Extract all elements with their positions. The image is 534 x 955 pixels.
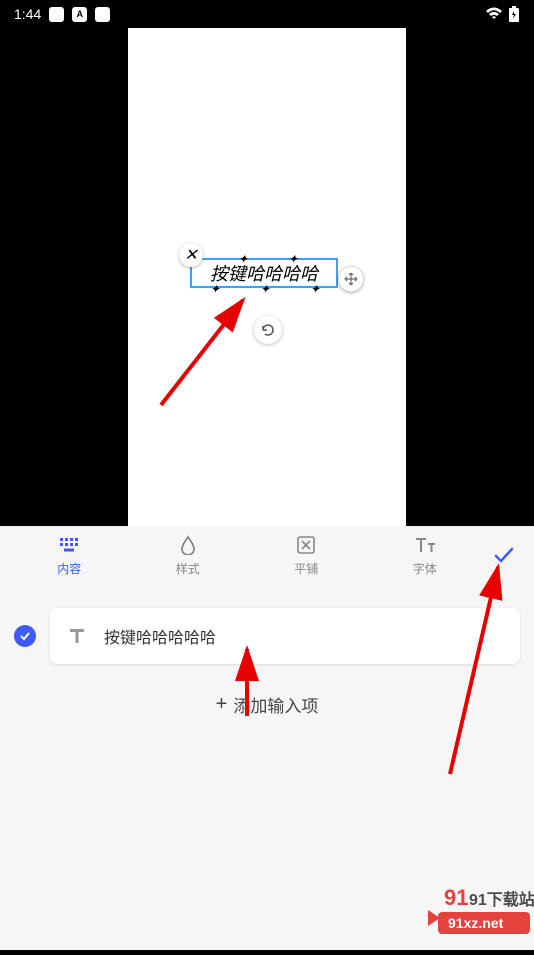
status-indicator-2 — [95, 7, 110, 22]
text-icon — [68, 627, 86, 645]
checkmark-icon — [19, 631, 31, 641]
status-indicator-1 — [49, 7, 64, 22]
annotation-arrow-3 — [440, 559, 510, 779]
svg-text:91下载站: 91下载站 — [469, 890, 534, 909]
status-bar: 1:44 A — [0, 0, 534, 28]
check-icon — [493, 546, 515, 564]
status-right — [485, 6, 520, 22]
wifi-icon — [485, 7, 503, 21]
canvas[interactable]: 按键哈哈哈哈 ✕ ✦ ✦ ✦ ✦ ✦ — [128, 28, 406, 526]
content-icon — [58, 534, 80, 556]
status-left: 1:44 A — [14, 6, 110, 22]
add-input-label: 添加输入项 — [233, 692, 318, 717]
status-indicator-a: A — [72, 7, 87, 22]
add-input-button[interactable]: + 添加输入项 — [0, 692, 534, 717]
close-icon[interactable]: ✕ — [179, 243, 203, 267]
selected-indicator[interactable] — [14, 625, 36, 647]
watermark: 91 91下载站 91xz.net — [414, 880, 534, 950]
canvas-area: 按键哈哈哈哈 ✕ ✦ ✦ ✦ ✦ ✦ — [0, 28, 534, 526]
undo-button[interactable] — [254, 316, 282, 344]
text-element[interactable]: 按键哈哈哈哈 ✕ ✦ ✦ ✦ ✦ ✦ — [190, 258, 338, 288]
plus-icon: + — [216, 693, 228, 716]
text-input[interactable] — [104, 627, 502, 645]
tab-font[interactable]: 字体 — [366, 534, 485, 577]
status-time: 1:44 — [14, 6, 41, 22]
tab-style[interactable]: 样式 — [129, 534, 248, 577]
battery-icon — [508, 6, 520, 22]
tab-tile[interactable]: 平铺 — [247, 534, 366, 577]
svg-text:91: 91 — [444, 885, 468, 910]
tab-content[interactable]: 内容 — [10, 534, 129, 577]
font-icon — [414, 534, 436, 556]
svg-text:91xz.net: 91xz.net — [448, 915, 504, 931]
tab-tile-label: 平铺 — [294, 560, 318, 577]
tab-font-label: 字体 — [413, 560, 437, 577]
annotation-arrow-1 — [153, 290, 253, 410]
input-row — [14, 608, 520, 664]
tab-content-label: 内容 — [57, 560, 81, 577]
confirm-button[interactable] — [484, 546, 524, 564]
style-icon — [177, 534, 199, 556]
tabs: 内容 样式 平铺 字体 — [0, 526, 534, 584]
tile-icon — [295, 534, 317, 556]
tab-style-label: 样式 — [176, 560, 200, 577]
undo-icon — [260, 322, 276, 338]
move-handle-icon[interactable] — [338, 266, 364, 292]
text-input-card[interactable] — [50, 608, 520, 664]
